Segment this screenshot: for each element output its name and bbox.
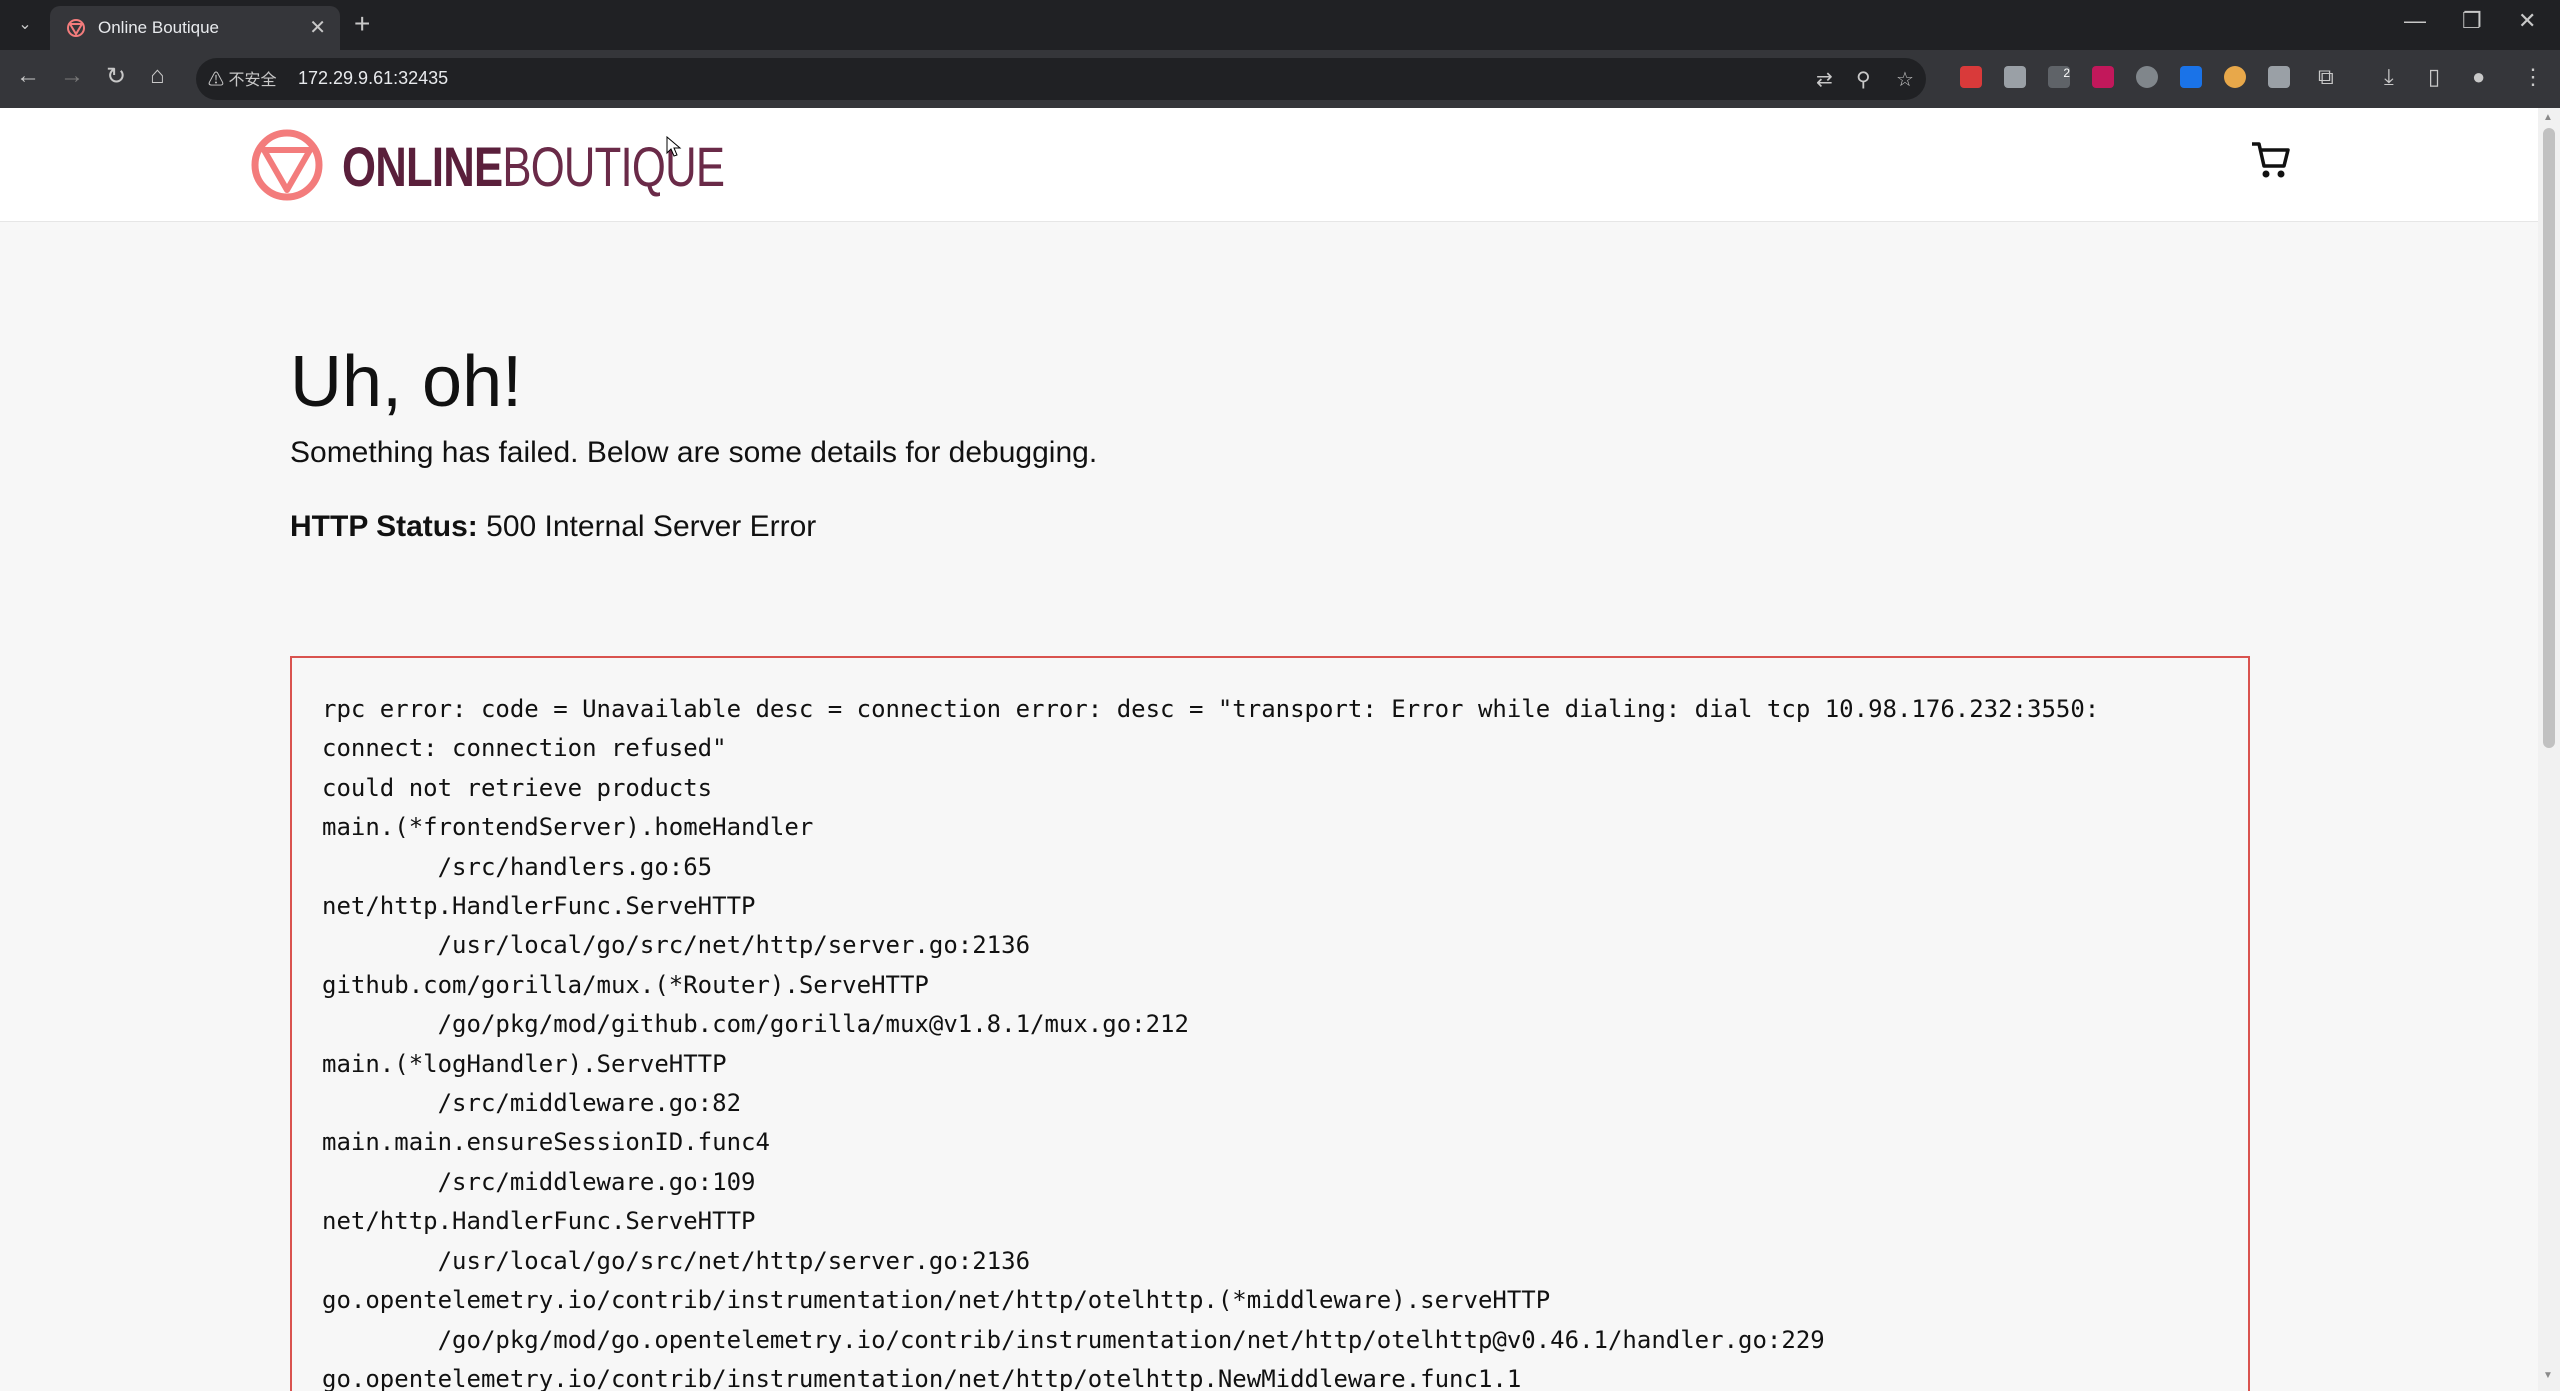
trace-line: rpc error: code = Unavailable desc = con… [322, 695, 2100, 723]
restore-button[interactable]: ❐ [2462, 8, 2482, 34]
extension-badge-icon[interactable]: 2 [2048, 66, 2070, 88]
scroll-up-icon[interactable]: ▲ [2543, 112, 2553, 123]
bookmark-star-icon[interactable]: ☆ [1896, 67, 1914, 92]
site-header: ONLINEBOUTIQUE [0, 108, 2538, 222]
extension-chat-icon[interactable] [2004, 66, 2026, 88]
side-panel-icon[interactable]: ▯ [2428, 64, 2440, 90]
minimize-button[interactable]: — [2404, 8, 2426, 34]
zoom-icon[interactable]: ⚲ [1856, 67, 1871, 92]
trace-line: /go/pkg/mod/go.opentelemetry.io/contrib/… [322, 1325, 1825, 1354]
trace-line: connect: connection refused" [322, 734, 727, 763]
trace-line: github.com/gorilla/mux.(*Router).ServeHT… [322, 970, 929, 999]
brand-online: ONLINE [342, 135, 503, 198]
brand-boutique: BOUTIQUE [502, 135, 725, 198]
extension-badge-count: 2 [2063, 66, 2070, 80]
scrollbar-thumb[interactable] [2543, 128, 2555, 748]
trace-line: main.(*frontendServer).homeHandler [322, 813, 814, 842]
trace-line: /usr/local/go/src/net/http/server.go:213… [322, 1246, 1031, 1275]
browser-toolbar: ← → ↻ ⌂ ⚠ 不安全 172.29.9.61:32435 ⇄ ⚲ ☆ 2 … [0, 50, 2560, 108]
trace-line: /src/handlers.go:65 [322, 852, 713, 881]
trace-line: go.opentelemetry.io/contrib/instrumentat… [322, 1364, 1522, 1391]
http-status-label: HTTP Status: [290, 510, 478, 543]
close-window-button[interactable]: ✕ [2518, 8, 2536, 34]
trace-line: net/http.HandlerFunc.ServeHTTP [322, 892, 756, 921]
back-icon[interactable]: ← [16, 62, 40, 90]
extension-camera-icon[interactable] [2136, 66, 2158, 88]
boutique-favicon-icon [67, 19, 85, 37]
tab-title: Online Boutique [98, 18, 219, 37]
new-tab-button[interactable]: + [354, 8, 370, 40]
menu-icon[interactable]: ⋮ [2522, 64, 2544, 90]
browser-tab-strip: ⌄ Online Boutique ✕ + — ❐ ✕ [0, 0, 2560, 50]
security-warning[interactable]: ⚠ 不安全 [208, 66, 276, 90]
http-status-value: 500 Internal Server Error [486, 510, 817, 543]
trace-line: /src/middleware.go:109 [322, 1167, 756, 1196]
reload-icon[interactable]: ↻ [106, 62, 126, 91]
profile-icon[interactable]: ● [2472, 64, 2485, 90]
tab-search-button[interactable]: ⌄ [8, 10, 42, 40]
security-label: 不安全 [228, 72, 277, 89]
trace-line: /usr/local/go/src/net/http/server.go:213… [322, 931, 1031, 960]
extension-blue-icon[interactable] [2180, 66, 2202, 88]
extension-colorful-icon[interactable] [2092, 66, 2114, 88]
extension-red-icon[interactable] [1960, 66, 1982, 88]
error-heading: Uh, oh! [290, 342, 523, 422]
web-page: ONLINEBOUTIQUE Uh, oh! Something has fai… [0, 108, 2560, 1391]
browser-tab[interactable]: Online Boutique ✕ [50, 6, 340, 50]
http-status: HTTP Status: 500 Internal Server Error [290, 510, 816, 544]
stack-trace: rpc error: code = Unavailable desc = con… [322, 690, 2099, 1391]
forward-icon[interactable]: → [60, 62, 84, 90]
trace-line: go.opentelemetry.io/contrib/instrumentat… [322, 1286, 1551, 1315]
downloads-icon[interactable]: ⤓ [2384, 64, 2394, 90]
trace-line: net/http.HandlerFunc.ServeHTTP [322, 1207, 756, 1236]
mouse-pointer-icon [666, 136, 682, 157]
boutique-logo-icon[interactable] [250, 128, 324, 202]
error-description: Something has failed. Below are some det… [290, 436, 1098, 469]
address-bar[interactable]: ⚠ 不安全 172.29.9.61:32435 ⇄ ⚲ ☆ [196, 58, 1926, 100]
trace-line: /src/middleware.go:82 [322, 1089, 742, 1118]
scroll-down-icon[interactable]: ▼ [2543, 1370, 2553, 1381]
stack-trace-box: rpc error: code = Unavailable desc = con… [290, 656, 2250, 1391]
home-icon[interactable]: ⌂ [150, 62, 165, 90]
extension-grid-icon[interactable] [2268, 66, 2290, 88]
trace-line: main.(*logHandler).ServeHTTP [322, 1049, 727, 1078]
extension-face-icon[interactable] [2224, 66, 2246, 88]
trace-line: main.main.ensureSessionID.func4 [322, 1128, 770, 1157]
page-scrollbar[interactable]: ▲ ▼ [2538, 108, 2560, 1391]
url-text[interactable]: 172.29.9.61:32435 [298, 68, 448, 89]
cart-icon[interactable] [2250, 138, 2290, 182]
trace-line: /go/pkg/mod/github.com/gorilla/mux@v1.8.… [322, 1010, 1189, 1039]
tab-close-icon[interactable]: ✕ [309, 15, 326, 40]
trace-line: could not retrieve products [322, 773, 713, 802]
extensions-icon[interactable]: ⧉ [2318, 64, 2334, 90]
translate-icon[interactable]: ⇄ [1816, 67, 1833, 92]
